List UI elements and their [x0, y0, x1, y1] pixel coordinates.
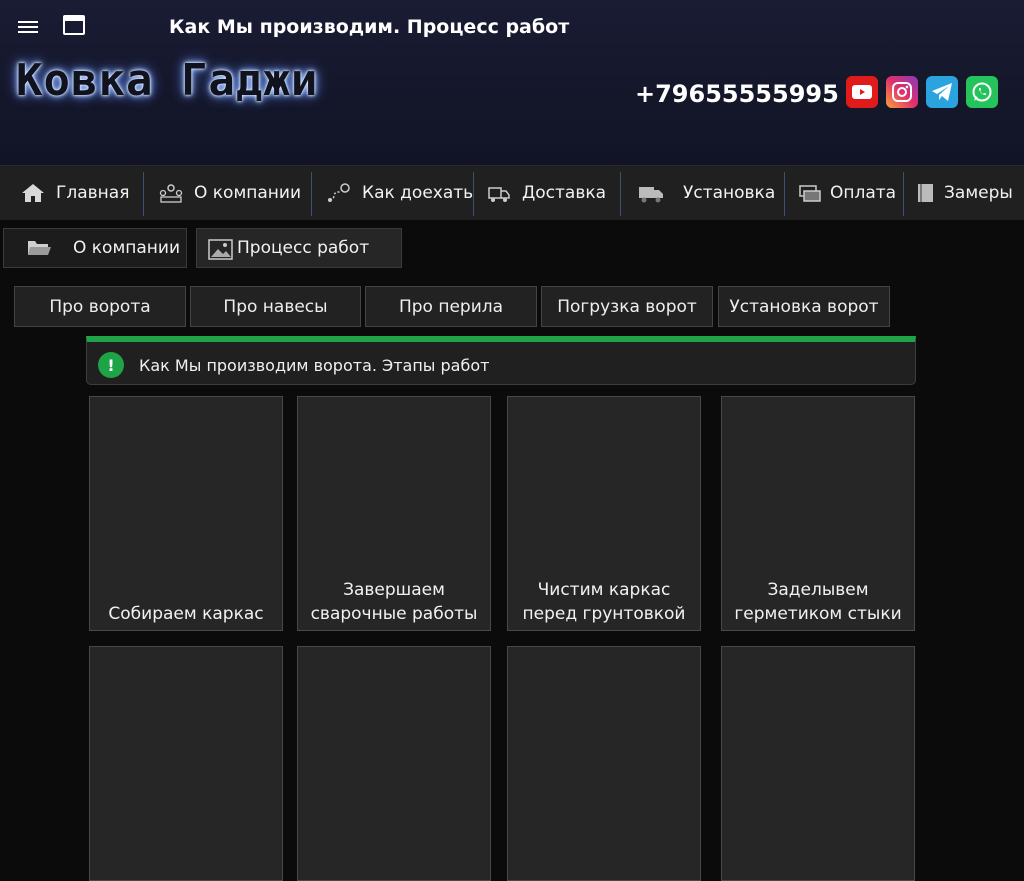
tab-gate-loading[interactable]: Погрузка ворот [541, 286, 713, 327]
tab-canopies[interactable]: Про навесы [190, 286, 361, 327]
nav-item-payment[interactable]: Оплата [797, 166, 896, 220]
nav-item-measurements[interactable]: Замеры [916, 166, 1013, 220]
nav-item-about[interactable]: О компании [158, 166, 301, 220]
route-icon [328, 183, 350, 202]
card-caption-line: герметиком стыки [734, 604, 902, 624]
truck-icon [639, 187, 663, 203]
phone-number[interactable]: +79655555995 [635, 80, 839, 108]
whatsapp-icon[interactable] [966, 76, 998, 108]
nav-item-label: Доставка [522, 183, 607, 203]
youtube-icon[interactable] [846, 76, 878, 108]
gallery-card[interactable]: Заделывем герметиком стыки [721, 396, 915, 631]
card-caption: Заделывем герметиком стыки [722, 578, 914, 626]
payment-icon [799, 185, 821, 202]
breadcrumb-process[interactable]: Процесс работ [196, 228, 402, 268]
nav-item-delivery[interactable]: Доставка [486, 166, 606, 220]
card-caption: Чистим каркас перед грунтовкой [508, 578, 700, 626]
breadcrumb-label: О компании [73, 238, 181, 258]
hamburger-menu-icon[interactable] [18, 18, 38, 34]
nav-item-label: О компании [194, 183, 302, 203]
nav-item-label: Как доехать [362, 183, 474, 203]
nav-item-label: Главная [56, 183, 130, 203]
nav-item-label: Оплата [830, 183, 897, 203]
info-notice: ! Как Мы производим ворота. Этапы работ [86, 336, 916, 385]
gallery-card[interactable] [89, 646, 283, 881]
tab-railings[interactable]: Про перила [365, 286, 537, 327]
site-header: Как Мы производим. Процесс работ Ковка Г… [0, 0, 1024, 165]
nav-item-label: Установка [683, 183, 776, 203]
card-caption-line: Собираем каркас [108, 604, 264, 624]
card-caption: Собираем каркас [90, 602, 282, 626]
gallery-card[interactable] [297, 646, 491, 881]
card-caption-line: перед грунтовкой [522, 604, 686, 624]
nav-divider [143, 172, 144, 216]
page-title: Как Мы производим. Процесс работ [169, 16, 570, 38]
site-logo[interactable]: Ковка Гаджи [16, 55, 318, 106]
gallery-card[interactable]: Завершаем сварочные работы [297, 396, 491, 631]
nav-divider [620, 172, 621, 216]
nav-divider [903, 172, 904, 216]
home-icon [22, 184, 44, 202]
nav-divider [311, 172, 312, 216]
book-icon [918, 184, 933, 202]
tab-gates[interactable]: Про ворота [14, 286, 186, 327]
team-icon [159, 184, 183, 203]
main-nav: Главная О компании Как доехать Доставка … [0, 165, 1024, 220]
telegram-icon[interactable] [926, 76, 958, 108]
card-caption: Завершаем сварочные работы [298, 578, 490, 626]
exclamation-icon: ! [98, 352, 124, 378]
card-caption-line: сварочные работы [310, 604, 478, 624]
tab-gate-installation[interactable]: Установка ворот [718, 286, 890, 327]
delivery-icon [488, 187, 510, 202]
nav-item-directions[interactable]: Как доехать [326, 166, 473, 220]
card-caption-line: Чистим каркас [537, 580, 671, 600]
gallery-card[interactable] [507, 646, 701, 881]
window-icon[interactable] [63, 15, 85, 35]
card-caption-line: Завершаем [343, 580, 445, 600]
notice-text: Как Мы производим ворота. Этапы работ [139, 356, 490, 375]
card-caption-line: Заделывем [767, 580, 869, 600]
breadcrumb-about[interactable]: О компании [3, 228, 187, 268]
nav-divider [473, 172, 474, 216]
gallery-card[interactable]: Чистим каркас перед грунтовкой [507, 396, 701, 631]
image-icon [208, 239, 233, 260]
gallery-card[interactable] [721, 646, 915, 881]
nav-item-home[interactable]: Главная [20, 166, 129, 220]
breadcrumb-label: Процесс работ [237, 238, 370, 258]
nav-item-installation[interactable]: Установка [638, 166, 775, 220]
nav-divider [784, 172, 785, 216]
folder-icon [28, 241, 51, 255]
gallery-card[interactable]: Собираем каркас [89, 396, 283, 631]
nav-item-label: Замеры [944, 183, 1013, 203]
instagram-icon[interactable] [886, 76, 918, 108]
